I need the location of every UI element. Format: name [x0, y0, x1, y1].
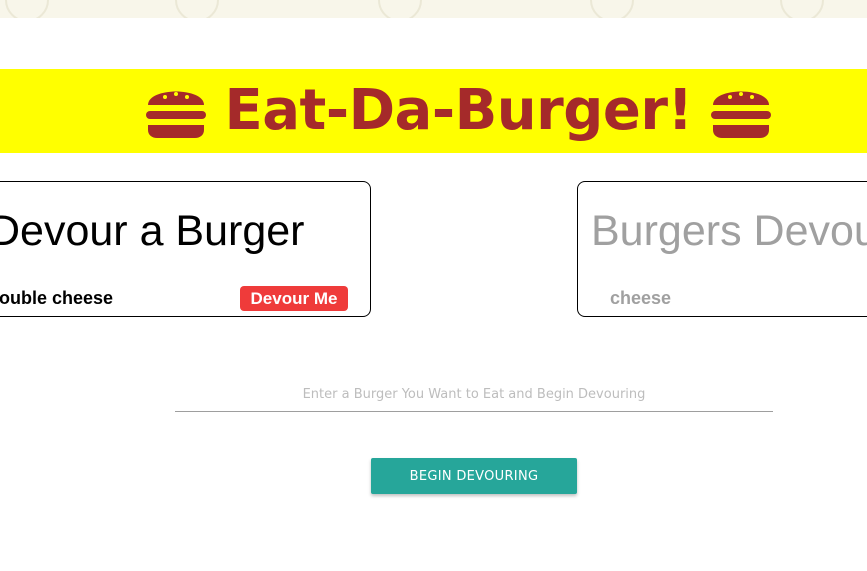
hamburger-icon — [145, 91, 206, 138]
devoured-burgers-panel: Burgers Devoured cheese — [577, 181, 867, 317]
burger-name: double cheese — [0, 288, 114, 308]
background-pattern-strip — [0, 0, 867, 18]
page-title: Eat-Da-Burger! — [224, 78, 693, 143]
hamburger-icon — [711, 91, 772, 138]
undevoured-burgers-panel: Devour a Burger double cheese Devour Me — [0, 181, 371, 317]
devoured-burger-name: cheese — [610, 288, 672, 308]
devour-me-button[interactable]: Devour Me — [240, 286, 348, 311]
burger-name-input[interactable] — [175, 378, 773, 412]
header-banner: Eat-Da-Burger! — [0, 69, 867, 153]
devoured-panel-heading: Burgers Devoured — [591, 207, 867, 255]
undevoured-panel-heading: Devour a Burger — [0, 207, 305, 255]
begin-devouring-button[interactable]: BEGIN DEVOURING — [371, 458, 577, 494]
